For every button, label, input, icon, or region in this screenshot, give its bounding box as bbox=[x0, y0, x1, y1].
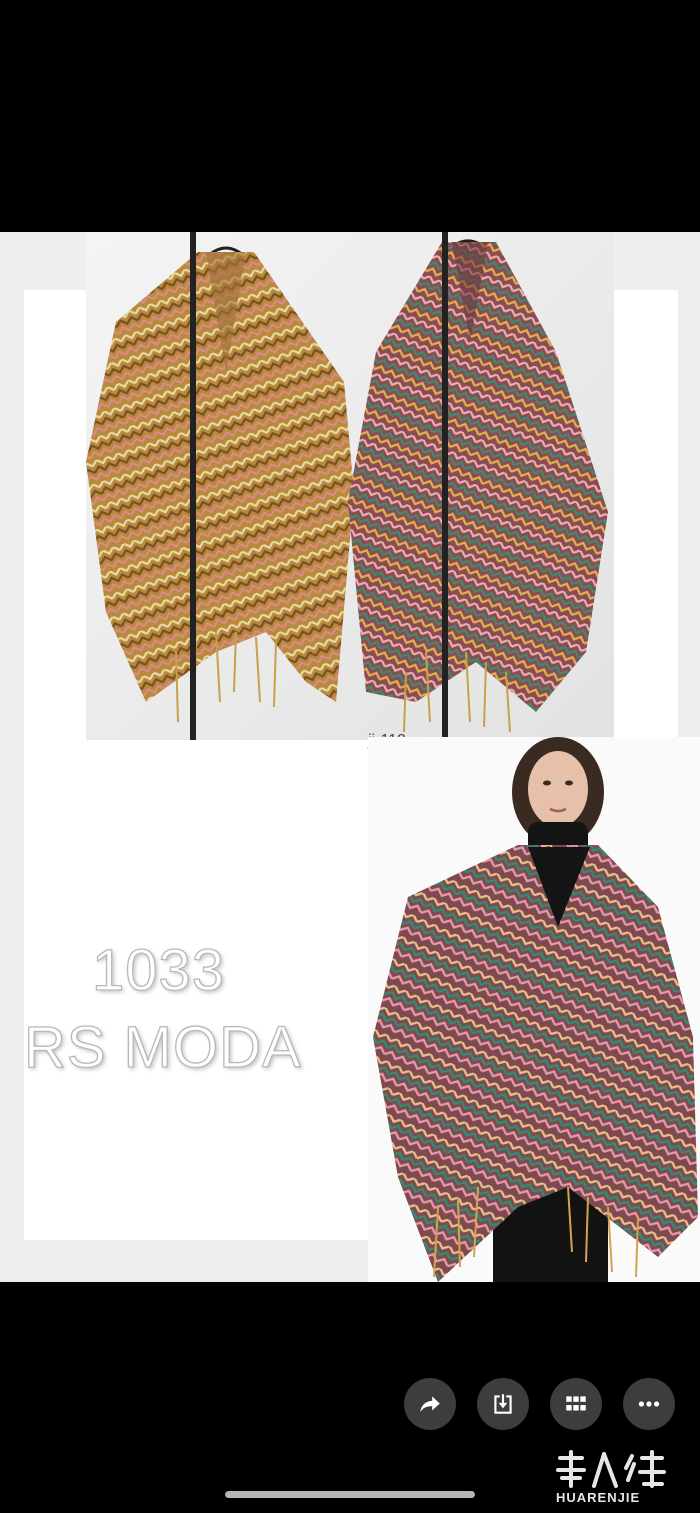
poncho-illustration bbox=[86, 239, 608, 733]
save-button[interactable] bbox=[477, 1378, 529, 1430]
model-wearing-poncho-image bbox=[368, 737, 700, 1282]
grid-button[interactable] bbox=[550, 1378, 602, 1430]
home-indicator[interactable] bbox=[225, 1491, 475, 1498]
watermark-text: HUARENJIE bbox=[556, 1490, 641, 1505]
action-bar bbox=[404, 1378, 676, 1432]
post-image[interactable]: ji-112 bbox=[0, 232, 700, 1282]
rack-pole bbox=[442, 232, 448, 740]
style-code-text: 1033 bbox=[91, 937, 226, 1003]
more-dots-icon bbox=[638, 1401, 660, 1407]
download-to-tray-icon bbox=[494, 1394, 512, 1414]
brand-name-text: RS MODA bbox=[23, 1014, 302, 1080]
rack-pole bbox=[190, 232, 196, 740]
site-watermark: HUARENJIE bbox=[552, 1450, 694, 1506]
watermark-logo-icon bbox=[556, 1450, 666, 1488]
more-button[interactable] bbox=[623, 1378, 675, 1430]
share-button[interactable] bbox=[404, 1378, 456, 1430]
model-illustration bbox=[373, 737, 698, 1282]
grid-icon bbox=[566, 1396, 586, 1411]
ponchos-on-hangers-image bbox=[86, 232, 614, 740]
share-arrow-icon bbox=[420, 1396, 440, 1413]
